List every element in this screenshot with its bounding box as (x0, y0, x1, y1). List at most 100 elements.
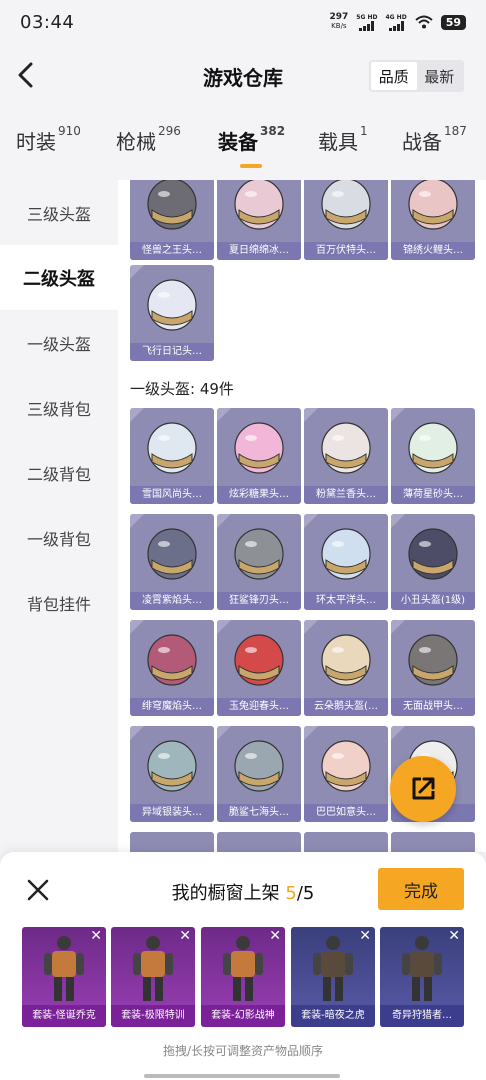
showcase-slot[interactable]: ✕ 套装-暗夜之虎 (291, 927, 375, 1027)
remove-icon[interactable]: ✕ (179, 929, 191, 943)
item-name: 凌霄紫焰头… (130, 592, 214, 610)
item-grid: 一级头盔: 49件 怪兽之王头… 夏日绵绵冰… 百万伏特头… 锦绣火鲤头… 飞行日记头…… (118, 180, 486, 852)
tab-label: 装备 (218, 130, 258, 154)
item-card[interactable]: 脆鲨七海头… (217, 726, 301, 822)
item-card[interactable] (217, 832, 301, 852)
sidebar-item-backpack-1[interactable]: 一级背包 (0, 505, 118, 570)
sidebar-item-backpack-3[interactable]: 三级背包 (0, 375, 118, 440)
item-name: 绯穹魔焰头… (130, 698, 214, 716)
showcase-total: /5 (296, 883, 315, 904)
item-name: 玉兔迎春头… (217, 698, 301, 716)
item-card[interactable]: 云朵鹅头盔(… (304, 620, 388, 716)
item-name: 环太平洋头… (304, 592, 388, 610)
outfit-figure-icon (313, 936, 353, 1001)
item-card[interactable]: 炫彩糖果头… (217, 408, 301, 504)
home-indicator[interactable] (144, 1074, 340, 1078)
remove-icon[interactable]: ✕ (359, 929, 371, 943)
tab-count: 1 (360, 124, 368, 138)
network-speed: 297 KB/s (329, 13, 348, 31)
signal-icon-2: 4G HD (385, 13, 407, 31)
sidebar-item-backpack-2[interactable]: 二级背包 (0, 440, 118, 505)
battery-icon: 59 (440, 14, 466, 30)
showcase-slot[interactable]: ✕ 奇异狩猎者… (380, 927, 464, 1027)
helmet-icon (147, 528, 197, 580)
item-name: 怪兽之王头… (130, 242, 214, 260)
wifi-icon (415, 15, 433, 29)
remove-icon[interactable]: ✕ (269, 929, 281, 943)
outfit-figure-icon (133, 936, 173, 1001)
helmet-icon (147, 740, 197, 792)
item-card[interactable]: 环太平洋头… (304, 514, 388, 610)
helmet-icon (321, 422, 371, 474)
sidebar-item-helmet-1[interactable]: 一级头盔 (0, 310, 118, 375)
reorder-hint: 拖拽/长按可调整资产物品顺序 (162, 1044, 324, 1058)
item-name: 雪国风尚头… (130, 486, 214, 504)
screen: 03:44 297 KB/s 5G HD 4G HD 59 游戏仓库 品质 最新… (0, 0, 486, 1080)
item-card[interactable]: 巴巴如意头… (304, 726, 388, 822)
tab-count: 382 (260, 124, 286, 138)
helmet-icon (408, 180, 458, 230)
slot-label: 套装-极限特训 (111, 1005, 195, 1027)
net-speed-unit: KB/s (331, 22, 347, 30)
section-title-level1: 一级头盔: 49件 (130, 380, 234, 398)
tab-label: 时装 (16, 130, 56, 154)
item-card[interactable]: 飞行日记头… (130, 265, 214, 361)
helmet-icon (408, 422, 458, 474)
item-card[interactable]: 无面战甲头… (391, 620, 475, 716)
showcase-sheet: 我的橱窗上架 5/5 完成 ✕ 套装-怪诞乔克 ✕ 套装-极限特训 ✕ 套装-幻影战神 ✕ 套… (0, 852, 486, 1080)
item-card[interactable]: 粉黛兰香头… (304, 408, 388, 504)
outfit-figure-icon (223, 936, 263, 1001)
item-card[interactable]: 异域银装头… (130, 726, 214, 822)
showcase-slot[interactable]: ✕ 套装-怪诞乔克 (22, 927, 106, 1027)
item-card[interactable]: 雪国风尚头… (130, 408, 214, 504)
sidebar-item-backpack-charm[interactable]: 背包挂件 (0, 570, 118, 635)
tab-count: 187 (444, 124, 467, 138)
item-card[interactable]: 夏日绵绵冰… (217, 180, 301, 260)
tab-guns[interactable]: 枪械 296 (116, 124, 181, 155)
item-card[interactable]: 锦绣火鲤头… (391, 180, 475, 260)
remove-icon[interactable]: ✕ (448, 929, 460, 943)
tab-label: 枪械 (116, 130, 156, 154)
helmet-icon (147, 634, 197, 686)
item-card[interactable] (304, 832, 388, 852)
tab-fashion[interactable]: 时装 910 (16, 124, 81, 155)
sort-quality-button[interactable]: 品质 (371, 62, 417, 90)
helmet-icon (321, 528, 371, 580)
share-button[interactable] (390, 756, 456, 822)
item-card[interactable]: 凌霄紫焰头… (130, 514, 214, 610)
helmet-icon (321, 634, 371, 686)
net-speed-value: 297 (329, 12, 349, 22)
item-card[interactable]: 绯穹魔焰头… (130, 620, 214, 716)
tab-label: 载具 (318, 130, 358, 154)
item-card[interactable]: 百万伏特头… (304, 180, 388, 260)
remove-icon[interactable]: ✕ (90, 929, 102, 943)
active-tab-indicator (240, 164, 262, 168)
helmet-icon (234, 740, 284, 792)
tab-vehicles[interactable]: 载具 1 (318, 124, 368, 155)
sim2-label: 4G HD (385, 13, 407, 21)
tab-label: 战备 (402, 130, 442, 154)
helmet-icon (147, 180, 197, 230)
helmet-icon (321, 180, 371, 230)
tab-count: 910 (58, 124, 81, 138)
item-name: 夏日绵绵冰… (217, 242, 301, 260)
item-card[interactable]: 薄荷星砂头… (391, 408, 475, 504)
sort-latest-button[interactable]: 最新 (417, 62, 463, 90)
item-card[interactable] (130, 832, 214, 852)
item-name: 狂鲨锋刃头… (217, 592, 301, 610)
done-button[interactable]: 完成 (378, 868, 464, 910)
item-card[interactable] (391, 832, 475, 852)
item-card[interactable]: 玉兔迎春头… (217, 620, 301, 716)
showcase-slot[interactable]: ✕ 套装-极限特训 (111, 927, 195, 1027)
tab-supplies[interactable]: 战备 187 (402, 124, 467, 155)
item-name: 百万伏特头… (304, 242, 388, 260)
sidebar-item-helmet-3[interactable]: 三级头盔 (0, 180, 118, 245)
slot-label: 套装-怪诞乔克 (22, 1005, 106, 1027)
sidebar-item-helmet-2[interactable]: 二级头盔 (0, 245, 118, 310)
showcase-slot[interactable]: ✕ 套装-幻影战神 (201, 927, 285, 1027)
item-card[interactable]: 小丑头盔(1级) (391, 514, 475, 610)
tab-count: 296 (158, 124, 181, 138)
item-card[interactable]: 狂鲨锋刃头… (217, 514, 301, 610)
tab-equipment[interactable]: 装备 382 (218, 124, 286, 155)
item-card[interactable]: 怪兽之王头… (130, 180, 214, 260)
